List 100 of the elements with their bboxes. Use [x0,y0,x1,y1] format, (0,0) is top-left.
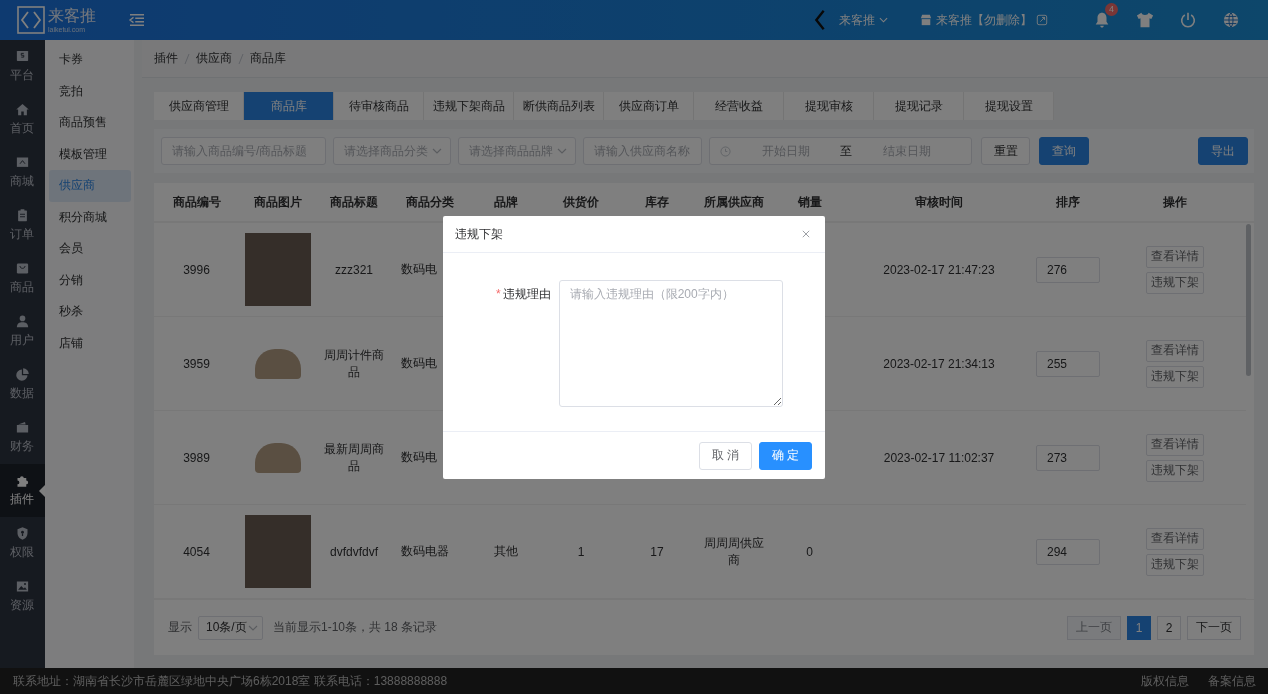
bell-icon[interactable] [1093,11,1111,29]
breadcrumb-item[interactable]: 插件 [154,50,178,67]
sort-field[interactable]: 294 [1036,538,1100,565]
takedown-button[interactable]: 违规下架 [1146,459,1204,482]
scrollbar-thumb[interactable] [1246,224,1251,376]
column-header: 供货价 [562,193,600,211]
nav-item[interactable]: 首页 [0,93,45,146]
store-switch[interactable]: 来客推 [833,11,894,29]
dialog-title: 违规下架 [455,225,503,243]
sort-field[interactable]: 276 [1036,256,1100,283]
table-cell: 其他 [493,543,518,560]
notification-badge: 4 [1105,3,1118,16]
nav-item[interactable]: 权限 [0,517,45,570]
column-header: 销量 [796,193,823,211]
search-button[interactable]: 查询 [1039,137,1089,165]
breadcrumb-item[interactable]: 商品库 [250,50,286,67]
nav-item[interactable]: 数据 [0,358,45,411]
takedown-button[interactable]: 违规下架 [1146,271,1204,294]
column-header: 品牌 [492,193,519,211]
submenu-item[interactable]: 供应商 [48,170,131,202]
nav-item[interactable]: 平台 [0,40,45,93]
wallet-icon [14,420,30,435]
submenu-item[interactable]: 会员 [48,233,131,265]
table-cell: 数码电 [401,449,437,466]
nav-item[interactable]: 财务 [0,411,45,464]
footer-link[interactable]: 版权信息 [1141,672,1189,690]
caret-icon [432,148,442,154]
nav-item[interactable]: 插件 [0,464,45,517]
submenu-item[interactable]: 竞拍 [48,75,131,107]
tab[interactable]: 供应商订单 [604,92,694,120]
export-button[interactable]: 导出 [1198,137,1248,165]
chevron-left-icon[interactable] [813,9,827,31]
column-header: 商品编号 [171,193,222,211]
tab[interactable]: 提现设置 [964,92,1054,120]
cancel-button[interactable]: 取 消 [699,441,752,470]
nav-item[interactable]: 订单 [0,199,45,252]
view-details-button[interactable]: 查看详情 [1146,245,1204,268]
takedown-button[interactable]: 违规下架 [1146,553,1204,576]
table-cell: 数码电 [401,355,437,372]
page-button[interactable]: 1 [1127,615,1151,640]
view-details-button[interactable]: 查看详情 [1146,433,1204,456]
power-icon[interactable] [1179,11,1197,29]
menu-icon[interactable] [128,13,146,27]
column-header: 商品分类 [404,193,455,211]
tab[interactable]: 待审核商品 [334,92,424,120]
submenu-item[interactable]: 积分商城 [48,201,131,233]
submenu-item[interactable]: 店铺 [48,327,131,359]
table-cell: 3996 [183,262,210,277]
shirt-icon[interactable] [1136,11,1154,29]
table-cell: 周周周供应商 [703,534,765,569]
nav-item[interactable]: 商城 [0,146,45,199]
shop-link[interactable]: 来客推【勿删除】 [914,11,1054,29]
view-details-button[interactable]: 查看详情 [1146,527,1204,550]
storefront-icon [14,155,30,170]
table-cell: 最新周周商品 [323,440,385,475]
tab[interactable]: 商品库 [244,92,334,120]
contact-info: 联系地址：湖南省长沙市岳麓区绿地中央广场6栋2018室 联系电话：13888888888 [13,672,448,690]
close-icon[interactable] [802,230,810,238]
tab[interactable]: 违规下架商品 [424,92,514,120]
logo-icon [17,6,45,34]
reset-button[interactable]: 重置 [981,137,1030,165]
caret-icon [557,148,567,154]
table-cell: 1 [577,544,585,559]
submenu-item[interactable]: 模板管理 [48,138,131,170]
nav-item[interactable]: 商品 [0,252,45,305]
tab[interactable]: 经营收益 [694,92,784,120]
product-image [255,442,301,473]
submenu-item[interactable]: 商品预售 [48,107,131,139]
pie-chart-icon [14,367,30,382]
globe-icon[interactable] [1222,11,1240,29]
takedown-button[interactable]: 违规下架 [1146,365,1204,388]
nav-item[interactable]: 用户 [0,305,45,358]
submenu-item[interactable]: 卡券 [48,44,131,76]
confirm-button[interactable]: 确 定 [759,441,812,470]
caret-icon [248,624,258,631]
reason-field[interactable]: 请输入违规理由（限200字内） [558,280,783,407]
column-header: 审核时间 [914,193,964,211]
column-header: 商品标题 [329,193,379,211]
breadcrumb-item[interactable]: 供应商 [196,50,232,67]
sort-field[interactable]: 255 [1036,350,1100,377]
field-label: * 违规理由 [496,286,551,303]
tab[interactable]: 断供商品列表 [514,92,604,120]
table-cell: 数码电器 [401,543,449,560]
submenu-item[interactable]: 分销 [48,264,131,296]
sort-field[interactable]: 273 [1036,444,1100,471]
user-icon [14,314,30,329]
nav-item[interactable]: 资源 [0,570,45,623]
footer-link[interactable]: 备案信息 [1208,672,1256,690]
view-details-button[interactable]: 查看详情 [1146,339,1204,362]
table-cell: 3959 [183,356,210,371]
chevron-down-icon [879,17,888,23]
column-header: 商品图片 [253,193,303,211]
tab[interactable]: 供应商管理 [154,92,244,120]
tab[interactable]: 提现记录 [874,92,964,120]
next-page-button[interactable]: 下一页 [1187,615,1241,640]
page-size-select[interactable]: 10条/页 [198,615,263,640]
tab[interactable]: 提现审核 [784,92,874,120]
page-button[interactable]: 2 [1157,615,1181,640]
bag-icon [14,261,30,276]
submenu-item[interactable]: 秒杀 [48,296,131,328]
